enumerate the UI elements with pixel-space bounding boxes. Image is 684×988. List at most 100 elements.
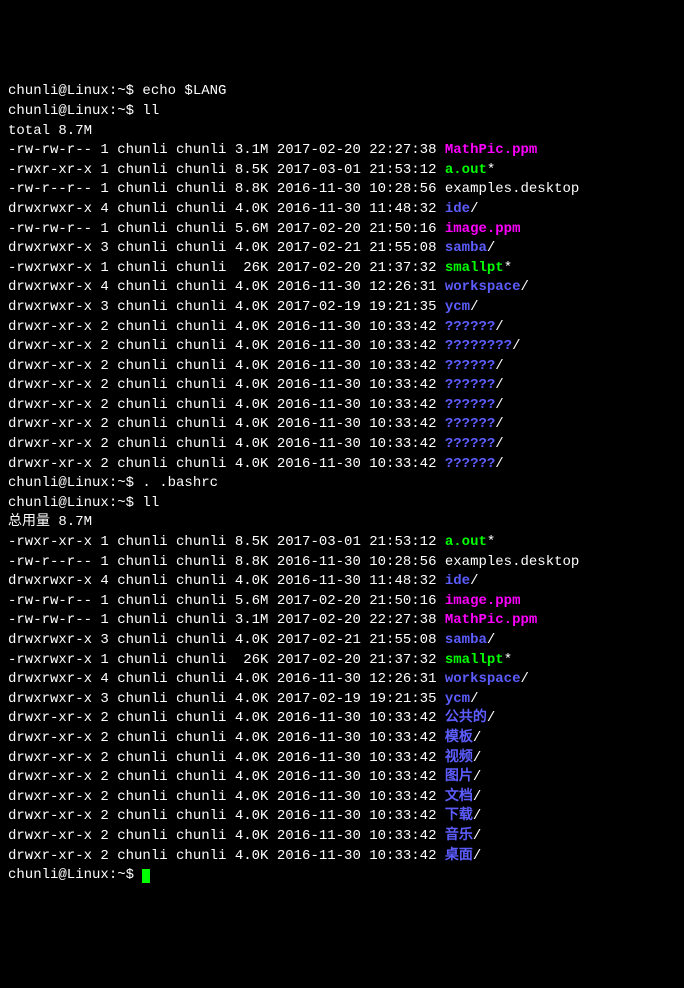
- file-meta: drwxrwxr-x 3 chunli chunli 4.0K 2017-02-…: [8, 632, 445, 648]
- file-name: ycm: [445, 299, 470, 315]
- file-suffix: /: [473, 730, 481, 746]
- file-suffix: /: [521, 671, 529, 687]
- file-suffix: /: [473, 789, 481, 805]
- file-suffix: /: [495, 397, 503, 413]
- file-name: ??????: [445, 397, 495, 413]
- file-meta: drwxrwxr-x 4 chunli chunli 4.0K 2016-11-…: [8, 671, 445, 687]
- file-meta: drwxr-xr-x 2 chunli chunli 4.0K 2016-11-…: [8, 710, 445, 726]
- terminal-output[interactable]: chunli@Linux:~$ echo $LANGchunli@Linux:~…: [8, 82, 676, 885]
- file-row: -rw-r--r-- 1 chunli chunli 8.8K 2016-11-…: [8, 180, 676, 200]
- file-meta: -rwxr-xr-x 1 chunli chunli 8.5K 2017-03-…: [8, 162, 445, 178]
- file-name: 下载: [445, 808, 473, 824]
- file-suffix: /: [470, 691, 478, 707]
- file-suffix: /: [487, 240, 495, 256]
- file-name: ????????: [445, 338, 512, 354]
- file-name: ??????: [445, 319, 495, 335]
- file-suffix: /: [495, 377, 503, 393]
- file-name: ??????: [445, 416, 495, 432]
- file-suffix: *: [487, 162, 495, 178]
- file-suffix: /: [473, 769, 481, 785]
- file-name: examples.desktop: [445, 181, 579, 197]
- file-suffix: /: [470, 201, 478, 217]
- file-name: ycm: [445, 691, 470, 707]
- file-row: -rw-rw-r-- 1 chunli chunli 5.6M 2017-02-…: [8, 592, 676, 612]
- file-name: 音乐: [445, 828, 473, 844]
- file-row: drwxr-xr-x 2 chunli chunli 4.0K 2016-11-…: [8, 415, 676, 435]
- file-meta: drwxr-xr-x 2 chunli chunli 4.0K 2016-11-…: [8, 730, 445, 746]
- file-row: drwxrwxr-x 4 chunli chunli 4.0K 2016-11-…: [8, 572, 676, 592]
- file-meta: -rw-r--r-- 1 chunli chunli 8.8K 2016-11-…: [8, 181, 445, 197]
- file-suffix: *: [487, 534, 495, 550]
- file-name: 图片: [445, 769, 473, 785]
- file-row: drwxr-xr-x 2 chunli chunli 4.0K 2016-11-…: [8, 749, 676, 769]
- file-suffix: /: [495, 436, 503, 452]
- file-row: drwxrwxr-x 4 chunli chunli 4.0K 2016-11-…: [8, 670, 676, 690]
- file-name: MathPic.ppm: [445, 612, 537, 628]
- shell-prompt: chunli@Linux:~$: [8, 475, 142, 491]
- file-row: -rw-rw-r-- 1 chunli chunli 3.1M 2017-02-…: [8, 141, 676, 161]
- file-suffix: /: [470, 573, 478, 589]
- file-meta: drwxrwxr-x 4 chunli chunli 4.0K 2016-11-…: [8, 573, 445, 589]
- file-meta: drwxr-xr-x 2 chunli chunli 4.0K 2016-11-…: [8, 789, 445, 805]
- file-name: image.ppm: [445, 221, 521, 237]
- file-row: drwxr-xr-x 2 chunli chunli 4.0K 2016-11-…: [8, 788, 676, 808]
- prompt-line-cursor[interactable]: chunli@Linux:~$: [8, 866, 676, 886]
- file-name: a.out: [445, 534, 487, 550]
- file-meta: drwxrwxr-x 3 chunli chunli 4.0K 2017-02-…: [8, 691, 445, 707]
- file-name: 模板: [445, 730, 473, 746]
- file-meta: drwxrwxr-x 4 chunli chunli 4.0K 2016-11-…: [8, 201, 445, 217]
- file-meta: -rwxr-xr-x 1 chunli chunli 8.5K 2017-03-…: [8, 534, 445, 550]
- file-suffix: /: [495, 319, 503, 335]
- file-row: -rw-rw-r-- 1 chunli chunli 3.1M 2017-02-…: [8, 611, 676, 631]
- file-meta: -rwxrwxr-x 1 chunli chunli 26K 2017-02-2…: [8, 652, 445, 668]
- file-suffix: /: [473, 828, 481, 844]
- command-text: . .bashrc: [142, 475, 218, 491]
- file-row: drwxr-xr-x 2 chunli chunli 4.0K 2016-11-…: [8, 357, 676, 377]
- file-row: drwxrwxr-x 3 chunli chunli 4.0K 2017-02-…: [8, 298, 676, 318]
- file-name: 桌面: [445, 848, 473, 864]
- file-name: samba: [445, 240, 487, 256]
- shell-prompt: chunli@Linux:~$: [8, 495, 142, 511]
- file-meta: -rw-rw-r-- 1 chunli chunli 3.1M 2017-02-…: [8, 612, 445, 628]
- file-row: drwxrwxr-x 3 chunli chunli 4.0K 2017-02-…: [8, 631, 676, 651]
- file-suffix: /: [470, 299, 478, 315]
- file-row: drwxr-xr-x 2 chunli chunli 4.0K 2016-11-…: [8, 376, 676, 396]
- prompt-line: chunli@Linux:~$ ll: [8, 494, 676, 514]
- file-name: ide: [445, 201, 470, 217]
- file-meta: drwxr-xr-x 2 chunli chunli 4.0K 2016-11-…: [8, 769, 445, 785]
- file-meta: drwxr-xr-x 2 chunli chunli 4.0K 2016-11-…: [8, 377, 445, 393]
- shell-prompt: chunli@Linux:~$: [8, 83, 142, 99]
- file-row: -rw-rw-r-- 1 chunli chunli 5.6M 2017-02-…: [8, 220, 676, 240]
- file-row: drwxrwxr-x 3 chunli chunli 4.0K 2017-02-…: [8, 239, 676, 259]
- file-suffix: /: [487, 710, 495, 726]
- file-name: image.ppm: [445, 593, 521, 609]
- file-suffix: /: [473, 848, 481, 864]
- file-suffix: *: [504, 652, 512, 668]
- file-meta: drwxr-xr-x 2 chunli chunli 4.0K 2016-11-…: [8, 750, 445, 766]
- file-meta: -rw-rw-r-- 1 chunli chunli 3.1M 2017-02-…: [8, 142, 445, 158]
- file-name: MathPic.ppm: [445, 142, 537, 158]
- file-meta: drwxr-xr-x 2 chunli chunli 4.0K 2016-11-…: [8, 848, 445, 864]
- file-row: drwxr-xr-x 2 chunli chunli 4.0K 2016-11-…: [8, 396, 676, 416]
- file-meta: drwxr-xr-x 2 chunli chunli 4.0K 2016-11-…: [8, 358, 445, 374]
- file-name: 文档: [445, 789, 473, 805]
- file-suffix: /: [473, 808, 481, 824]
- file-name: ??????: [445, 456, 495, 472]
- file-name: workspace: [445, 671, 521, 687]
- file-row: drwxr-xr-x 2 chunli chunli 4.0K 2016-11-…: [8, 709, 676, 729]
- file-row: -rw-r--r-- 1 chunli chunli 8.8K 2016-11-…: [8, 553, 676, 573]
- file-suffix: *: [504, 260, 512, 276]
- file-row: -rwxr-xr-x 1 chunli chunli 8.5K 2017-03-…: [8, 533, 676, 553]
- file-row: -rwxr-xr-x 1 chunli chunli 8.5K 2017-03-…: [8, 161, 676, 181]
- file-suffix: /: [512, 338, 520, 354]
- file-row: drwxr-xr-x 2 chunli chunli 4.0K 2016-11-…: [8, 827, 676, 847]
- file-suffix: /: [495, 416, 503, 432]
- file-row: drwxr-xr-x 2 chunli chunli 4.0K 2016-11-…: [8, 847, 676, 867]
- prompt-line: chunli@Linux:~$ echo $LANG: [8, 82, 676, 102]
- file-name: smallpt: [445, 260, 504, 276]
- command-text: ll: [142, 495, 159, 511]
- file-row: drwxr-xr-x 2 chunli chunli 4.0K 2016-11-…: [8, 435, 676, 455]
- file-meta: drwxr-xr-x 2 chunli chunli 4.0K 2016-11-…: [8, 456, 445, 472]
- file-meta: drwxr-xr-x 2 chunli chunli 4.0K 2016-11-…: [8, 319, 445, 335]
- command-text: echo $LANG: [142, 83, 226, 99]
